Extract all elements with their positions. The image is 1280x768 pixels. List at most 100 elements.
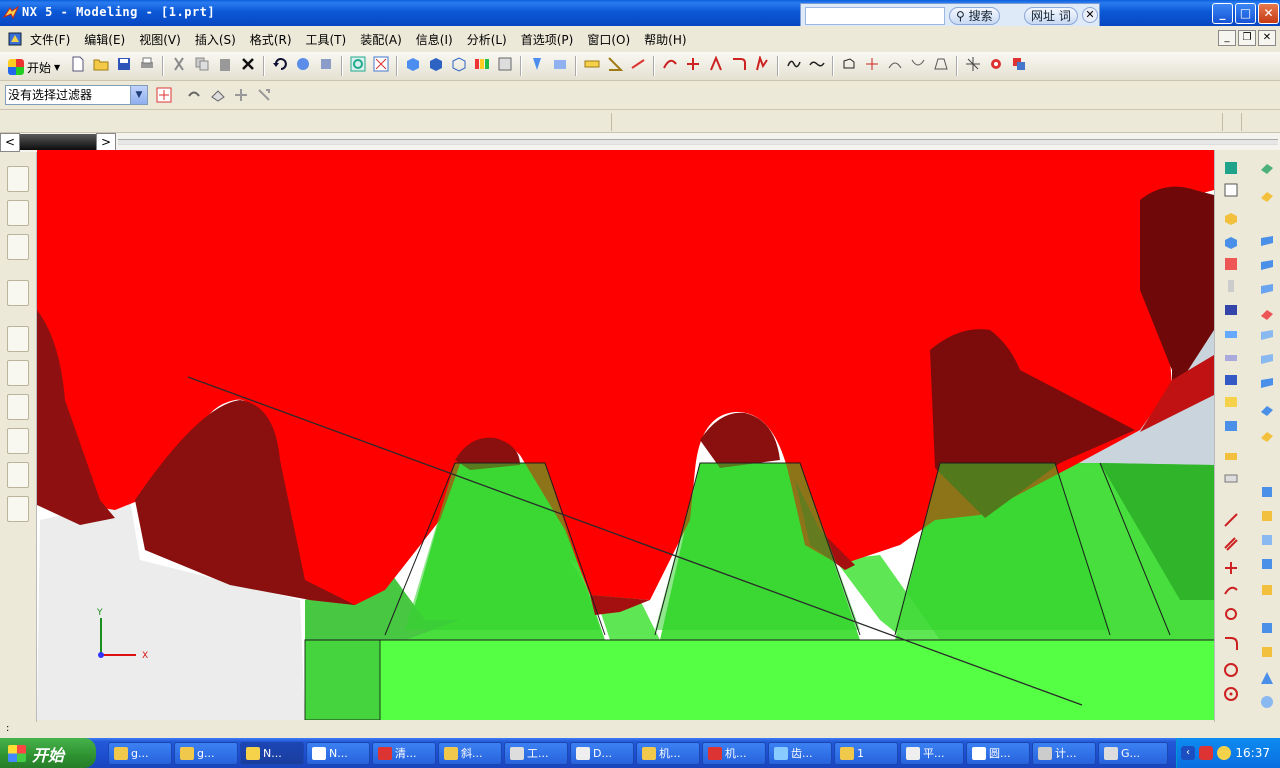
offset-curve-icon[interactable] [708, 56, 724, 72]
bridge-curve-icon[interactable] [910, 56, 926, 72]
fillet-curve-icon[interactable] [731, 56, 747, 72]
section-view-icon[interactable] [529, 56, 545, 72]
bounded-plane-icon[interactable] [1259, 376, 1275, 392]
intersect-icon[interactable] [864, 56, 880, 72]
ruler-icon[interactable] [584, 56, 600, 72]
save-icon[interactable] [116, 56, 132, 72]
close-button[interactable]: ✕ [1258, 3, 1279, 24]
spline-icon[interactable] [786, 56, 802, 72]
extrude-icon[interactable] [1223, 210, 1239, 226]
menu-tools[interactable]: 工具(T) [306, 31, 347, 48]
taskbar-item-active[interactable]: N... [240, 742, 304, 765]
resource-tab[interactable] [20, 134, 96, 150]
document-icon[interactable] [7, 31, 23, 47]
tray-expand-icon[interactable]: ‹ [1181, 746, 1195, 760]
fillet-icon[interactable] [1223, 636, 1239, 652]
search-button[interactable]: ⚲ 搜索 [949, 7, 1000, 25]
type-filter-select[interactable]: 没有选择过滤器 ▼ [5, 85, 148, 105]
sew-icon[interactable] [841, 56, 857, 72]
print-icon[interactable] [139, 56, 155, 72]
cut-icon[interactable] [171, 56, 187, 72]
taskbar-item[interactable]: 平... [900, 742, 964, 765]
taskbar-item[interactable]: 齿... [768, 742, 832, 765]
wave-icon[interactable] [809, 56, 825, 72]
search-close-icon[interactable]: ✕ [1082, 7, 1098, 23]
trim-icon[interactable] [685, 56, 701, 72]
emboss-icon[interactable] [1259, 620, 1275, 636]
fit-view-icon[interactable] [373, 56, 389, 72]
assembly-icon[interactable] [1011, 56, 1027, 72]
view-orient-icon[interactable] [497, 56, 513, 72]
splitter-rail[interactable] [118, 139, 1278, 145]
doc-close-button[interactable]: ✕ [1258, 30, 1276, 46]
blend-icon[interactable] [1223, 394, 1239, 410]
doc-restore-button[interactable]: ❐ [1238, 30, 1256, 46]
offset-surface-icon[interactable] [1259, 328, 1275, 344]
taskbar-item[interactable]: 1 [834, 742, 898, 765]
copy-icon[interactable] [194, 56, 210, 72]
eraser-icon[interactable] [210, 87, 226, 103]
thicken-icon[interactable] [1259, 428, 1275, 444]
taskbar-item[interactable]: G... [1098, 742, 1168, 765]
new-file-icon[interactable] [70, 56, 86, 72]
swept-volume-icon[interactable] [1259, 484, 1275, 500]
taskbar-item[interactable]: 机... [636, 742, 700, 765]
variational-sweep-icon[interactable] [1259, 508, 1275, 524]
taskbar-item[interactable]: 计... [1032, 742, 1096, 765]
arc-icon[interactable] [1223, 582, 1239, 598]
color-icon[interactable] [474, 56, 490, 72]
studio-surface-icon[interactable] [1259, 352, 1275, 368]
taskbar-item[interactable]: 圆... [966, 742, 1030, 765]
split-face-icon[interactable] [933, 56, 949, 72]
roles-icon[interactable] [7, 462, 29, 488]
start-menu-button[interactable]: 开始 ▼ [8, 57, 60, 77]
gear-tool-icon[interactable] [988, 56, 1004, 72]
search-input[interactable] [805, 7, 945, 25]
system-scenes-icon[interactable] [7, 496, 29, 522]
pad-icon[interactable] [1223, 326, 1239, 342]
point-icon[interactable] [1223, 560, 1239, 576]
curve-icon[interactable] [662, 56, 678, 72]
select-icon[interactable] [156, 87, 172, 103]
extend-curve-icon[interactable] [754, 56, 770, 72]
part-icon[interactable] [1223, 182, 1239, 198]
pocket-icon[interactable] [1223, 302, 1239, 318]
system-materials-icon[interactable] [7, 360, 29, 386]
quickpick-icon[interactable] [256, 87, 272, 103]
reuse-library-icon[interactable] [7, 280, 29, 306]
menu-insert[interactable]: 插入(S) [195, 31, 236, 48]
menu-view[interactable]: 视图(V) [139, 31, 181, 48]
process-studio-icon[interactable] [7, 394, 29, 420]
menu-file[interactable]: 文件(F) [30, 31, 70, 48]
undo-icon[interactable] [272, 56, 288, 72]
chamfer-icon[interactable] [1223, 418, 1239, 434]
wireframe-icon[interactable] [451, 56, 467, 72]
windows-start-button[interactable]: 开始 [0, 738, 96, 768]
command-finder-icon[interactable] [295, 56, 311, 72]
constraint-navigator-icon[interactable] [7, 200, 29, 226]
sketch-icon[interactable] [1223, 160, 1239, 176]
shaded-view-icon[interactable] [405, 56, 421, 72]
deselect-icon[interactable] [186, 87, 202, 103]
history-icon[interactable] [7, 326, 29, 352]
layer-icon[interactable] [552, 56, 568, 72]
slot-icon[interactable] [1223, 350, 1239, 366]
sweep-icon[interactable] [1259, 234, 1275, 250]
menu-information[interactable]: 信息(I) [416, 31, 453, 48]
menu-assembly[interactable]: 装配(A) [360, 31, 402, 48]
taskbar-item[interactable]: g... [174, 742, 238, 765]
project-curve-icon[interactable] [887, 56, 903, 72]
taskbar-item[interactable]: 工... [504, 742, 568, 765]
surface-icon[interactable] [1259, 188, 1275, 204]
manufacturing-wizard-icon[interactable] [7, 428, 29, 454]
tray-app-icon[interactable] [1199, 746, 1213, 760]
delete-icon[interactable] [240, 56, 256, 72]
datum-icon[interactable] [965, 56, 981, 72]
open-folder-icon[interactable] [93, 56, 109, 72]
trim-body-icon[interactable] [1223, 470, 1239, 486]
taskbar-item[interactable]: g... [108, 742, 172, 765]
taskbar-item[interactable]: N... [306, 742, 370, 765]
part-navigator-icon[interactable] [7, 234, 29, 260]
chevron-down-icon[interactable]: ▼ [130, 86, 147, 104]
circle-center-icon[interactable] [1223, 686, 1239, 702]
